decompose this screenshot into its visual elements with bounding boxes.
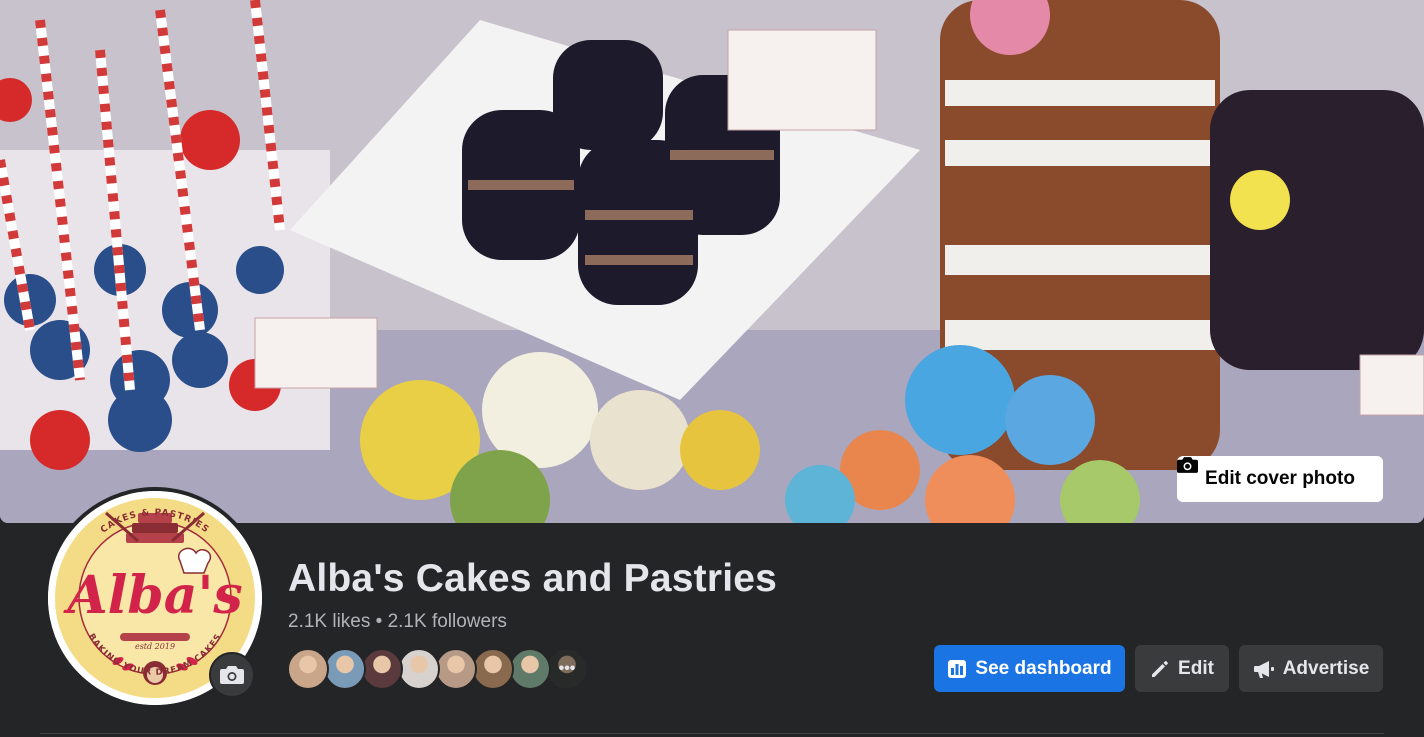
follower-avatar[interactable] bbox=[361, 648, 403, 690]
follower-faces: ••• bbox=[287, 648, 588, 692]
page-likes-followers[interactable]: 2.1K likes • 2.1K followers bbox=[288, 611, 507, 633]
camera-icon bbox=[220, 666, 244, 684]
camera-icon bbox=[1177, 457, 1198, 473]
follower-avatar[interactable] bbox=[435, 648, 477, 690]
pencil-icon bbox=[1152, 660, 1168, 677]
megaphone-icon bbox=[1253, 660, 1274, 678]
page-title: Alba's Cakes and Pastries bbox=[288, 557, 778, 600]
follower-avatar[interactable] bbox=[324, 648, 366, 690]
cover-photo-image bbox=[0, 0, 1424, 523]
follower-avatar[interactable] bbox=[287, 648, 329, 690]
follower-avatar[interactable] bbox=[472, 648, 514, 690]
update-profile-picture-button[interactable] bbox=[209, 652, 255, 698]
more-followers-avatar[interactable]: ••• bbox=[546, 648, 588, 690]
edit-cover-photo-label: Edit cover photo bbox=[1205, 468, 1355, 489]
follower-avatar[interactable] bbox=[509, 648, 551, 690]
cover-photo[interactable]: Edit cover photo bbox=[0, 0, 1424, 523]
advertise-button[interactable]: Advertise bbox=[1239, 645, 1383, 692]
dashboard-icon bbox=[948, 659, 967, 678]
advertise-label: Advertise bbox=[1282, 657, 1370, 679]
see-dashboard-label: See dashboard bbox=[975, 657, 1112, 679]
logo-name-text: Alba's bbox=[62, 565, 242, 626]
edit-cover-photo-button[interactable]: Edit cover photo bbox=[1177, 456, 1383, 502]
logo-est-text: estd 2019 bbox=[135, 642, 175, 651]
edit-page-button[interactable]: Edit bbox=[1135, 645, 1229, 692]
facebook-page-header: Edit cover photo Alba's estd 2019 CAKES … bbox=[0, 0, 1424, 737]
more-dots-icon: ••• bbox=[548, 650, 586, 688]
see-dashboard-button[interactable]: See dashboard bbox=[934, 645, 1125, 692]
edit-label: Edit bbox=[1178, 657, 1214, 679]
header-divider bbox=[40, 733, 1384, 734]
follower-avatar[interactable] bbox=[398, 648, 440, 690]
